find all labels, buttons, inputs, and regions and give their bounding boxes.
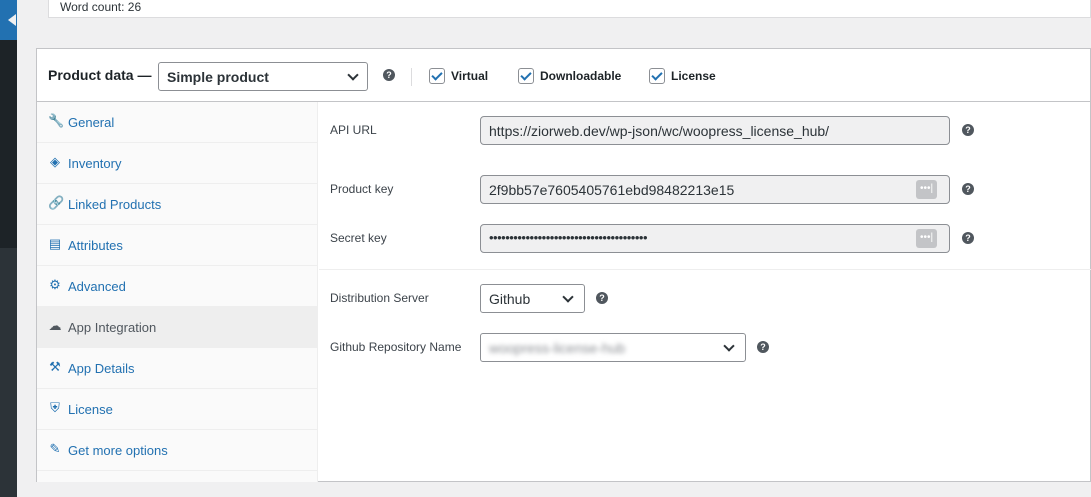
github-repo-select[interactable]: woopress-license-hub [480, 333, 746, 362]
help-icon[interactable]: ? [962, 124, 974, 136]
virtual-label: Virtual [451, 69, 489, 83]
product-data-title: Product data — [48, 67, 152, 83]
editor-status-bar: Word count: 26 [48, 0, 1091, 18]
admin-menu-lower-area [0, 248, 17, 497]
chevron-down-icon [562, 291, 574, 303]
github-repo-label: Github Repository Name [330, 340, 462, 354]
tab-label: Attributes [68, 238, 123, 253]
plugin-icon: ✎ [49, 441, 61, 456]
password-toggle-icon[interactable]: •••| [916, 229, 937, 248]
header-divider [411, 68, 412, 86]
product-data-panel: Product data — Simple product ? Virtual … [36, 48, 1091, 482]
github-repo-value: woopress-license-hub [489, 340, 626, 356]
section-divider [319, 269, 1091, 270]
api-url-label: API URL [330, 123, 377, 137]
tab-label: App Integration [68, 320, 157, 335]
distribution-server-select[interactable]: Github [480, 284, 585, 313]
tab-inventory[interactable]: ◈ Inventory [37, 143, 318, 184]
checkmark-icon [651, 69, 663, 81]
tab-label: Inventory [68, 156, 122, 171]
wrench-icon: 🔧 [48, 113, 65, 128]
virtual-checkbox[interactable] [429, 68, 445, 84]
password-toggle-icon[interactable]: •••| [916, 180, 937, 199]
distribution-server-value: Github [489, 291, 531, 307]
product-key-label: Product key [330, 182, 394, 196]
license-checkbox[interactable] [649, 68, 665, 84]
list-icon: ▤ [48, 236, 62, 251]
tab-general[interactable]: 🔧 General [37, 102, 318, 143]
current-menu-arrow-icon [8, 14, 16, 26]
secret-key-label: Secret key [330, 231, 387, 245]
tab-label: General [68, 115, 115, 130]
word-count: Word count: 26 [60, 0, 142, 14]
downloadable-checkbox[interactable] [518, 68, 534, 84]
admin-sidebar-strip [0, 0, 17, 497]
api-url-input[interactable]: https://ziorweb.dev/wp-json/wc/woopress_… [480, 116, 950, 145]
help-icon[interactable]: ? [383, 69, 395, 81]
license-label: License [671, 69, 716, 83]
shield-icon: ⛨ [50, 400, 60, 415]
tab-app-integration[interactable]: ☁ App Integration [37, 307, 318, 348]
tab-label: Get more options [68, 443, 168, 458]
tab-attributes[interactable]: ▤ Attributes [37, 225, 318, 266]
tab-get-more-options[interactable]: ✎ Get more options [37, 430, 318, 471]
cloud-icon: ☁ [48, 318, 62, 333]
api-url-value: https://ziorweb.dev/wp-json/wc/woopress_… [489, 123, 830, 139]
gear-icon: ⚙ [49, 277, 61, 292]
tab-linked-products[interactable]: 🔗 Linked Products [37, 184, 318, 225]
help-icon[interactable]: ? [962, 232, 974, 244]
tab-label: Advanced [68, 279, 126, 294]
admin-menu-current-item[interactable] [0, 0, 17, 40]
product-type-value: Simple product [167, 69, 269, 85]
link-icon: 🔗 [48, 195, 65, 210]
product-key-value: 2f9bb57e7605405761ebd98482213e15 [489, 182, 735, 198]
product-data-header: Product data — Simple product ? Virtual … [37, 49, 1090, 102]
secret-key-value: ••••••••••••••••••••••••••••••••••••••• [489, 230, 648, 245]
checkmark-icon [520, 69, 532, 81]
chevron-down-icon [723, 340, 735, 352]
distribution-server-label: Distribution Server [330, 291, 429, 305]
tab-label: App Details [68, 361, 135, 376]
product-key-input[interactable]: 2f9bb57e7605405761ebd98482213e15 •••| [480, 175, 950, 204]
tab-label: Linked Products [68, 197, 162, 212]
secret-key-input[interactable]: ••••••••••••••••••••••••••••••••••••••• … [480, 224, 950, 253]
product-type-select[interactable]: Simple product [158, 62, 368, 91]
tag-icon: ◈ [50, 154, 60, 169]
checkmark-icon [431, 69, 443, 81]
help-icon[interactable]: ? [962, 183, 974, 195]
downloadable-label: Downloadable [540, 69, 622, 83]
app-integration-panel: API URL https://ziorweb.dev/wp-json/wc/w… [319, 102, 1091, 482]
product-data-tabs: 🔧 General ◈ Inventory 🔗 Linked Products … [37, 102, 318, 482]
help-icon[interactable]: ? [596, 292, 608, 304]
tools-icon: ⚒ [49, 359, 61, 374]
tab-advanced[interactable]: ⚙ Advanced [37, 266, 318, 307]
help-icon[interactable]: ? [757, 341, 769, 353]
tab-app-details[interactable]: ⚒ App Details [37, 348, 318, 389]
chevron-down-icon [347, 69, 359, 81]
tab-license[interactable]: ⛨ License [37, 389, 318, 430]
tab-label: License [68, 402, 113, 417]
